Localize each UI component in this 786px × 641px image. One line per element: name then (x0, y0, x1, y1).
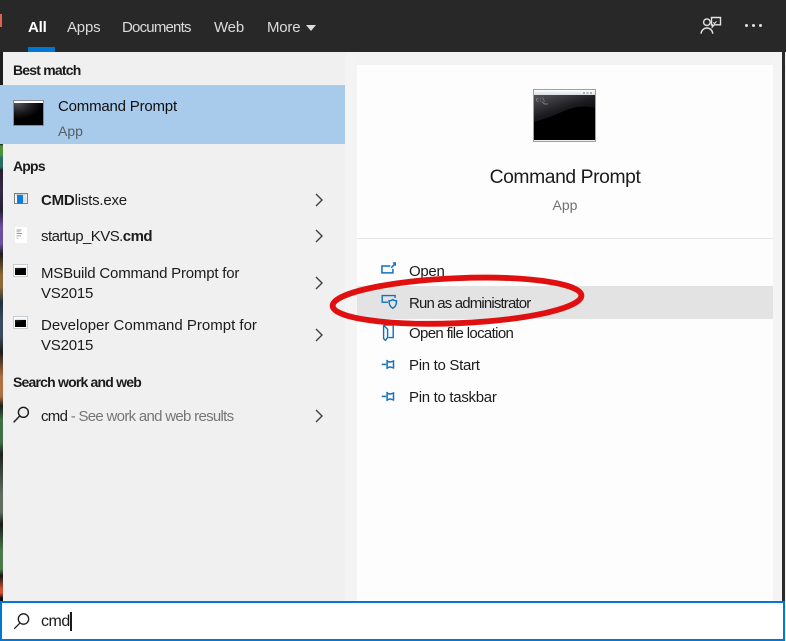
svg-text:C:\: C:\ (536, 98, 545, 104)
